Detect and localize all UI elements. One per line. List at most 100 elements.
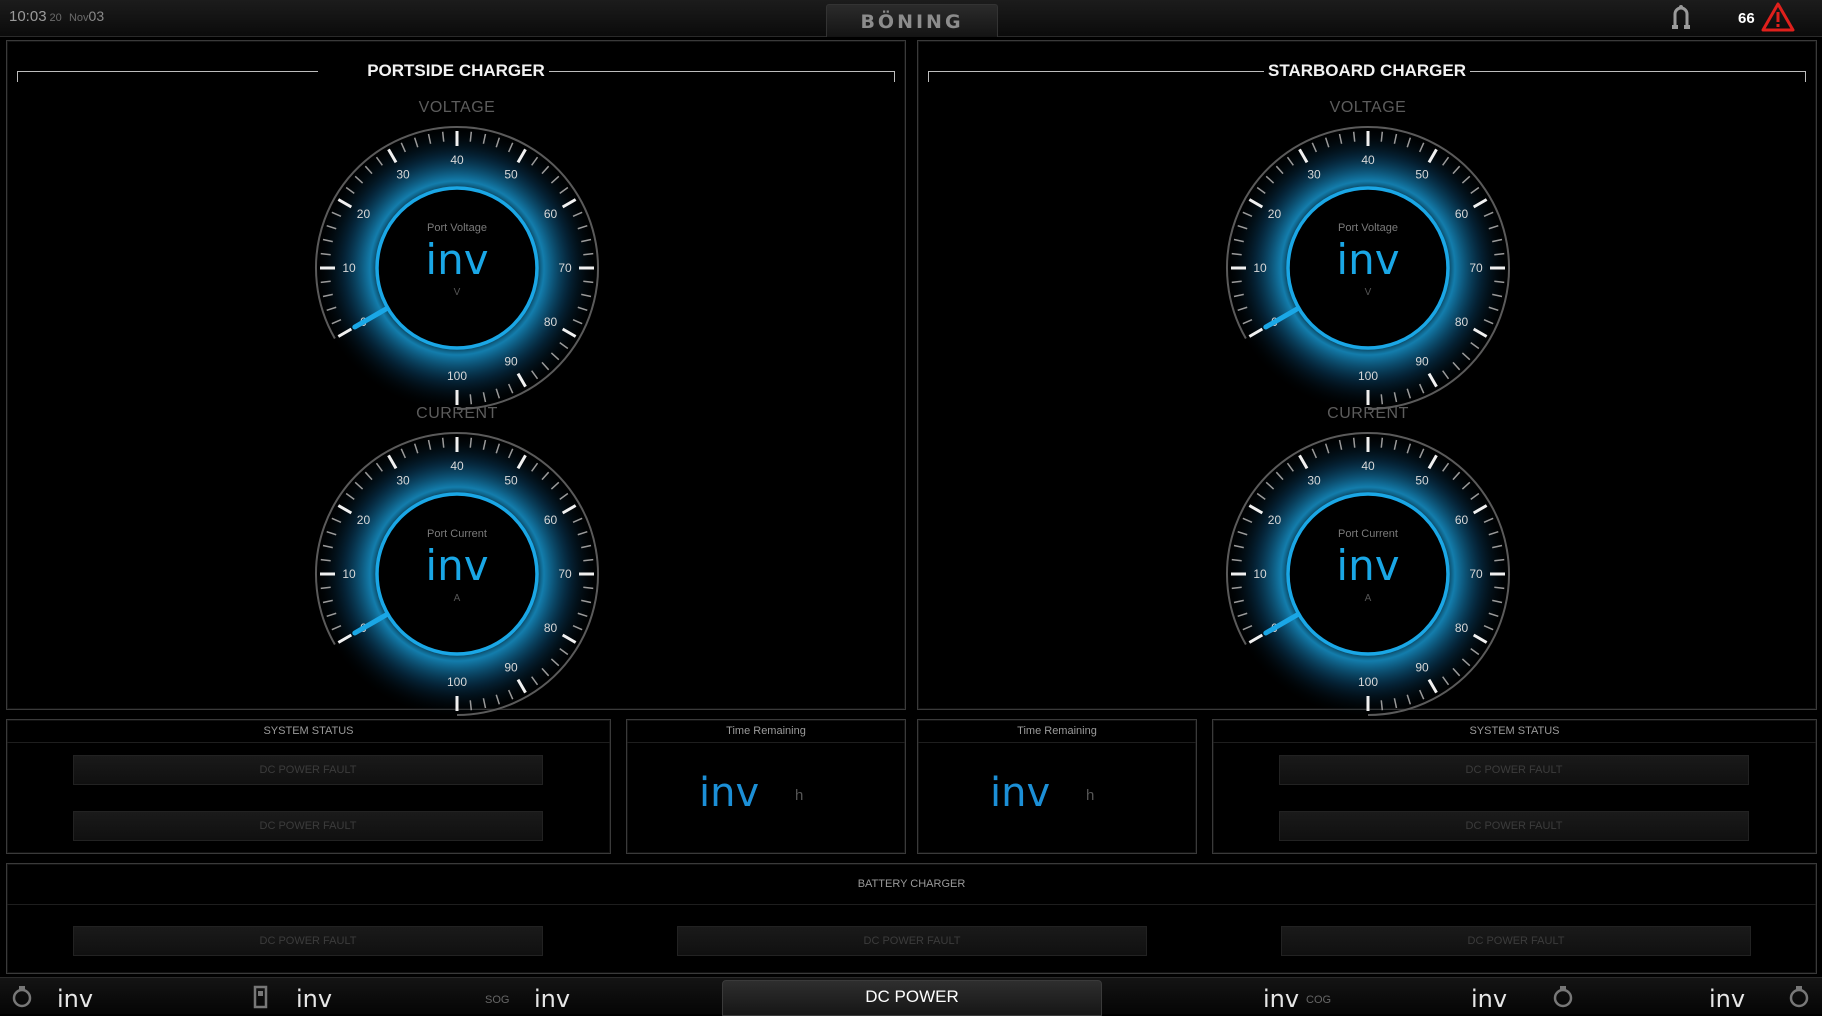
gauge-unit: A <box>1364 593 1372 604</box>
minor-tick <box>441 437 445 448</box>
minor-tick <box>1352 131 1356 142</box>
tick-label: 90 <box>504 355 518 369</box>
title-rule-left <box>928 71 1284 82</box>
minor-tick <box>469 700 473 711</box>
warning-triangle-icon[interactable] <box>1761 2 1795 32</box>
clock: 10:03 20 Nov03 <box>9 8 104 25</box>
battery-charger-panel: BATTERY CHARGER DC POWER FAULT DC POWER … <box>6 863 1817 974</box>
title-rule-right <box>1463 71 1806 82</box>
tick-label: 50 <box>504 167 518 181</box>
gauge-value: inv <box>1336 235 1400 284</box>
alarm-count[interactable]: 66 <box>1738 10 1755 27</box>
voltage-label: VOLTAGE <box>418 99 496 116</box>
clock-time: 10:03 <box>9 8 47 25</box>
tick-label: 60 <box>544 207 558 221</box>
fault-indicator: DC POWER FAULT <box>73 926 543 956</box>
gauge-unit: V <box>453 287 461 298</box>
tick-label: 100 <box>447 369 467 383</box>
brand-logo: BÖNING <box>826 4 998 37</box>
cog-value[interactable]: inv <box>1263 985 1299 1013</box>
tick-label: 100 <box>447 675 467 689</box>
starboard-charger-panel: STARBOARD CHARGER VOLTAGE 01020304050607… <box>917 40 1817 719</box>
battery-charger-title: BATTERY CHARGER <box>7 864 1816 905</box>
clock-seconds: 20 <box>49 12 62 24</box>
tick-label: 50 <box>1415 167 1429 181</box>
tick-label: 80 <box>1455 621 1469 635</box>
gauge-inner-title: Port Current <box>1338 528 1398 540</box>
minor-tick <box>469 394 473 405</box>
gauge-inner-title: Port Current <box>427 528 487 540</box>
sog-value[interactable]: inv <box>534 985 570 1013</box>
gauge-value: inv <box>1336 541 1400 590</box>
time-remaining-title: Time Remaining <box>627 720 905 743</box>
fault-indicator: DC POWER FAULT <box>1281 926 1751 956</box>
system-status-title: SYSTEM STATUS <box>7 720 610 743</box>
title-rule-right <box>547 71 895 82</box>
minor-tick <box>1380 131 1384 142</box>
tick-label: 40 <box>450 153 464 167</box>
tick-label: 30 <box>396 167 410 181</box>
minor-tick <box>469 131 473 142</box>
tick-label: 40 <box>450 459 464 473</box>
tick-label: 30 <box>1307 167 1321 181</box>
engine-icon <box>1551 984 1575 1010</box>
tick-label: 80 <box>544 621 558 635</box>
tick-label: 20 <box>1268 513 1282 527</box>
tick-label: 50 <box>1415 473 1429 487</box>
fault-indicator: DC POWER FAULT <box>1279 755 1749 785</box>
top-bar: 10:03 20 Nov03 BÖNING 66 <box>0 0 1822 37</box>
tick-label: 100 <box>1358 369 1378 383</box>
minor-tick <box>1380 700 1384 711</box>
fault-indicator: DC POWER FAULT <box>73 811 543 841</box>
tick-label: 60 <box>1455 207 1469 221</box>
minor-tick <box>441 131 445 142</box>
tick-label: 60 <box>1455 513 1469 527</box>
tick-label: 40 <box>1361 153 1375 167</box>
voltage-gauge: 0102030405060708090100Port VoltageinvV <box>1223 123 1513 413</box>
bottom-value-1[interactable]: inv <box>57 985 93 1013</box>
tick-label: 90 <box>504 661 518 675</box>
charger-title-text: STARBOARD CHARGER <box>1263 61 1470 80</box>
fault-indicator: DC POWER FAULT <box>677 926 1147 956</box>
engine-icon <box>10 984 34 1010</box>
tick-label: 90 <box>1415 355 1429 369</box>
tick-label: 30 <box>396 473 410 487</box>
current-gauge: 0102030405060708090100Port CurrentinvA <box>312 429 602 719</box>
bottom-value-6[interactable]: inv <box>1709 985 1745 1013</box>
engine-icon <box>1787 984 1811 1010</box>
tick-label: 60 <box>544 513 558 527</box>
time-remaining-unit: h <box>1086 787 1095 804</box>
cog-label: COG <box>1306 994 1332 1006</box>
tick-label: 80 <box>1455 315 1469 329</box>
system-status-title: SYSTEM STATUS <box>1213 720 1816 743</box>
gauge-value: inv <box>425 235 489 284</box>
minor-tick <box>1380 437 1384 448</box>
tick-label: 30 <box>1307 473 1321 487</box>
bottom-value-5[interactable]: inv <box>1471 985 1507 1013</box>
fault-indicator: DC POWER FAULT <box>73 755 543 785</box>
bottom-value-2[interactable]: inv <box>296 985 332 1013</box>
tick-label: 20 <box>357 207 371 221</box>
tick-label: 100 <box>1358 675 1378 689</box>
tick-label: 20 <box>1268 207 1282 221</box>
system-status-left: SYSTEM STATUS DC POWER FAULT DC POWER FA… <box>6 719 611 854</box>
time-remaining-value: inv <box>990 770 1051 816</box>
gauge-inner-title: Port Voltage <box>1338 222 1398 234</box>
gauge-unit: V <box>1364 287 1372 298</box>
bottom-bar: inv inv SOG inv DC POWER inv COG inv inv <box>0 977 1822 1016</box>
tick-label: 20 <box>357 513 371 527</box>
time-remaining-right: Time Remaining inv h <box>917 719 1197 854</box>
clock-month: Nov <box>68 12 89 24</box>
tab-dc-power[interactable]: DC POWER <box>722 980 1102 1016</box>
voltage-label: VOLTAGE <box>1329 99 1407 116</box>
time-remaining-title: Time Remaining <box>918 720 1196 743</box>
anchor-icon[interactable] <box>1668 3 1694 31</box>
system-status-right: SYSTEM STATUS DC POWER FAULT DC POWER FA… <box>1212 719 1817 854</box>
clock-day: 03 <box>88 8 105 24</box>
current-gauge: 0102030405060708090100Port CurrentinvA <box>1223 429 1513 719</box>
tick-label: 90 <box>1415 661 1429 675</box>
sog-label: SOG <box>485 994 510 1006</box>
minor-tick <box>469 437 473 448</box>
gauge-value: inv <box>425 541 489 590</box>
minor-tick <box>1352 437 1356 448</box>
